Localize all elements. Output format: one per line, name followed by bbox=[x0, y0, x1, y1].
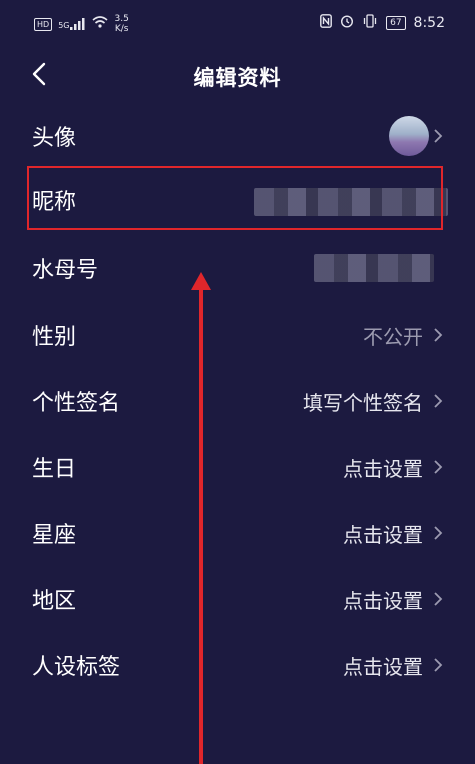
signal-gen-label: 5G bbox=[58, 21, 70, 30]
chevron-right-icon bbox=[434, 129, 443, 143]
row-persona-tags[interactable]: 人设标签 点击设置 bbox=[0, 635, 475, 695]
nfc-icon bbox=[320, 14, 332, 32]
row-value: 不公开 bbox=[363, 325, 423, 349]
status-left: HD 5G 3.5 K/s bbox=[34, 14, 129, 34]
status-bar: HD 5G 3.5 K/s 67 8:52 bbox=[0, 0, 475, 48]
nav-bar: 编辑资料 bbox=[0, 52, 475, 100]
row-label: 个性签名 bbox=[32, 391, 121, 416]
annotation-highlight-box bbox=[27, 166, 443, 230]
row-label: 人设标签 bbox=[32, 655, 121, 680]
avatar-image[interactable] bbox=[389, 116, 429, 156]
chevron-right-icon bbox=[434, 526, 443, 540]
net-speed: 3.5 K/s bbox=[114, 14, 128, 34]
net-speed-value: 3.5 bbox=[114, 14, 129, 24]
row-account-id[interactable]: 水母号 bbox=[0, 238, 475, 298]
alarm-icon bbox=[340, 14, 354, 32]
row-signature[interactable]: 个性签名 填写个性签名 bbox=[0, 371, 475, 431]
row-label: 水母号 bbox=[32, 258, 99, 283]
row-label: 生日 bbox=[32, 457, 77, 482]
status-right: 67 8:52 bbox=[320, 14, 445, 32]
row-value: 点击设置 bbox=[343, 589, 423, 613]
row-value: 点击设置 bbox=[343, 655, 423, 679]
chevron-right-icon bbox=[434, 592, 443, 606]
row-gender[interactable]: 性别 不公开 bbox=[0, 305, 475, 365]
net-speed-unit: K/s bbox=[114, 24, 129, 34]
row-zodiac[interactable]: 星座 点击设置 bbox=[0, 503, 475, 563]
row-value: 填写个性签名 bbox=[303, 391, 423, 415]
row-region[interactable]: 地区 点击设置 bbox=[0, 569, 475, 629]
chevron-right-icon bbox=[434, 460, 443, 474]
clock: 8:52 bbox=[413, 15, 445, 31]
wifi-icon bbox=[92, 16, 109, 32]
row-label: 头像 bbox=[32, 126, 77, 151]
vibrate-icon bbox=[362, 14, 378, 32]
chevron-right-icon bbox=[434, 394, 443, 408]
row-label: 星座 bbox=[32, 523, 77, 548]
row-avatar[interactable]: 头像 bbox=[0, 106, 475, 166]
chevron-right-icon bbox=[434, 328, 443, 342]
hd-badge: HD bbox=[34, 17, 53, 31]
account-id-blurred-value bbox=[314, 254, 434, 282]
battery-indicator: 67 bbox=[386, 16, 406, 30]
row-value: 点击设置 bbox=[343, 523, 423, 547]
signal-icon: 5G bbox=[58, 18, 86, 30]
row-birthday[interactable]: 生日 点击设置 bbox=[0, 437, 475, 497]
row-value: 点击设置 bbox=[343, 457, 423, 481]
row-label: 地区 bbox=[32, 589, 77, 614]
chevron-right-icon bbox=[434, 658, 443, 672]
row-label: 性别 bbox=[32, 325, 77, 350]
annotation-arrow-icon bbox=[191, 272, 211, 764]
page-title: 编辑资料 bbox=[193, 66, 282, 90]
